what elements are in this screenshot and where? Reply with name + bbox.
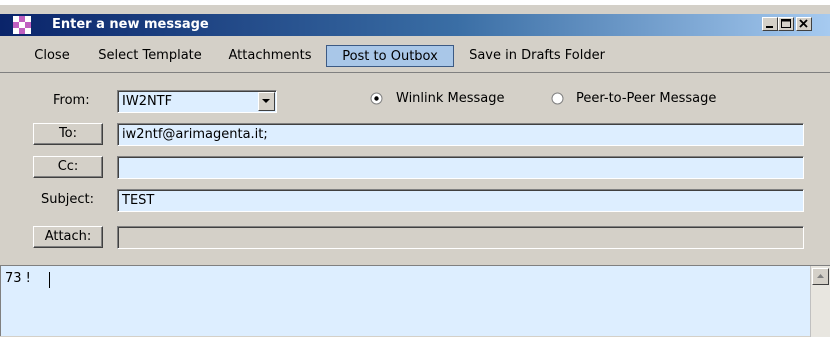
text-caret (49, 272, 50, 288)
cc-button[interactable]: Cc: (33, 156, 103, 178)
background-strip (0, 0, 830, 5)
menu-close[interactable]: Close (27, 45, 77, 67)
maximize-icon (781, 19, 791, 28)
winlink-message-label[interactable]: Winlink Message (396, 90, 505, 108)
from-dropdown-button[interactable] (258, 92, 275, 111)
attach-field (117, 226, 804, 249)
to-field[interactable]: iw2ntf@arimagenta.it; (117, 123, 804, 146)
close-icon (799, 19, 808, 28)
vertical-scrollbar[interactable] (810, 266, 830, 337)
scroll-up-button[interactable] (812, 268, 829, 285)
chevron-down-icon (262, 99, 270, 103)
menu-post-to-outbox[interactable]: Post to Outbox (326, 45, 454, 67)
message-body[interactable]: 73 ! (0, 265, 830, 337)
attach-button[interactable]: Attach: (33, 226, 103, 248)
cc-field[interactable] (117, 156, 804, 179)
maximize-button[interactable] (778, 17, 794, 31)
close-window-button[interactable] (796, 17, 812, 31)
menu-save-in-drafts[interactable]: Save in Drafts Folder (462, 45, 612, 67)
peer-to-peer-label[interactable]: Peer-to-Peer Message (576, 90, 716, 108)
winlink-message-radio[interactable] (370, 92, 383, 105)
menu-select-template[interactable]: Select Template (90, 45, 210, 67)
menu-attachments[interactable]: Attachments (222, 45, 318, 67)
title-bar[interactable]: Enter a new message (0, 14, 830, 36)
arrow-up-icon (817, 274, 824, 278)
peer-to-peer-radio[interactable] (551, 92, 564, 105)
minimize-icon (766, 26, 773, 28)
from-label: From: (53, 93, 90, 108)
to-button[interactable]: To: (33, 123, 103, 145)
menu-bar: Close Select Template Attachments Post t… (0, 40, 830, 72)
subject-label: Subject: (41, 192, 94, 207)
window-title: Enter a new message (52, 17, 209, 32)
message-header-form: From: IW2NTF Winlink Message Peer-to-Pee… (0, 72, 830, 265)
from-select[interactable]: IW2NTF (117, 90, 277, 113)
from-value: IW2NTF (122, 94, 173, 109)
minimize-button[interactable] (762, 17, 778, 31)
message-body-text: 73 ! (5, 271, 31, 286)
subject-field[interactable]: TEST (117, 189, 804, 212)
app-icon (13, 16, 31, 34)
